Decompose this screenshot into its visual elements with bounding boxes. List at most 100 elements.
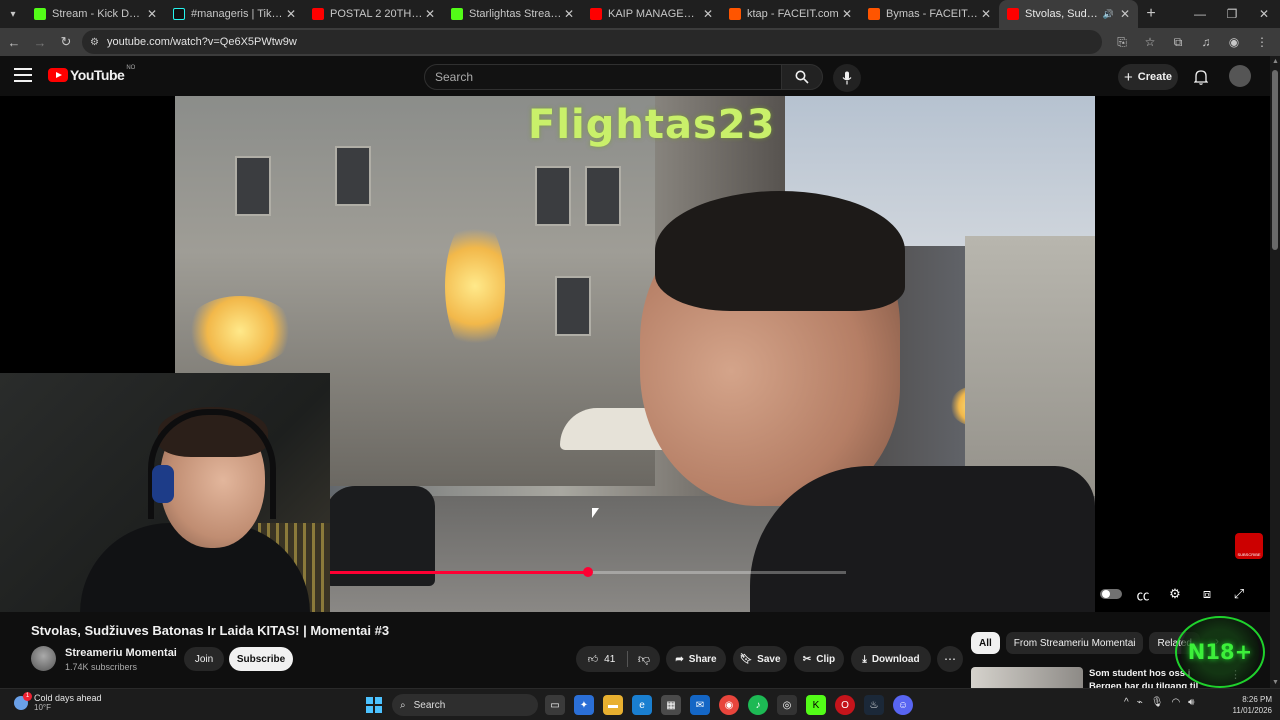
restore-icon[interactable]: ❐ [1216, 0, 1248, 28]
tab-ktap-faceit[interactable]: ktap - FACEIT.com ✕ [721, 0, 860, 28]
tab-label: Stream - Kick Dashboard [52, 8, 145, 20]
tab-stvolas-active[interactable]: Stvolas, Sudžiuves Ba 🔊 ✕ [999, 0, 1138, 28]
edge-icon[interactable]: e [632, 695, 652, 715]
youtube-play-icon [48, 68, 68, 82]
tab-postal2[interactable]: POSTAL 2 20TH ANNIVER ✕ [304, 0, 443, 28]
extensions-icon[interactable]: ⧉ [1166, 30, 1190, 54]
account-avatar[interactable] [1229, 65, 1251, 87]
like-button[interactable]: 👍︎ 41 [576, 651, 628, 667]
more-actions-icon[interactable]: ⋯ [937, 646, 963, 672]
share-button[interactable]: ➦ Share [666, 646, 726, 672]
subscribe-watermark-icon[interactable]: SUBSCRIBE [1235, 533, 1263, 559]
join-button[interactable]: Join [184, 647, 224, 671]
forward-arrow-icon[interactable]: → [28, 30, 52, 54]
windows-start-icon[interactable] [366, 697, 382, 713]
opera-icon[interactable]: O [835, 695, 855, 715]
close-icon[interactable]: ✕ [562, 7, 576, 21]
video-player[interactable]: Flightas23 SUBSCRIBE ㏄ ⚙ ⧈ ⤢ [0, 96, 1270, 614]
back-arrow-icon[interactable]: ← [2, 30, 26, 54]
dislike-button[interactable]: 👎︎ [628, 652, 660, 667]
install-app-icon[interactable]: ⎘ [1110, 30, 1134, 54]
fullscreen-icon[interactable]: ⤢ [1228, 584, 1250, 604]
chrome-icon[interactable]: ◉ [719, 695, 739, 715]
close-icon[interactable]: ✕ [840, 7, 854, 21]
kick-icon [34, 8, 46, 20]
spotify-icon[interactable]: ♪ [748, 695, 768, 715]
bookmark-star-icon[interactable]: ☆ [1138, 30, 1162, 54]
progress-scrubber[interactable] [583, 567, 593, 577]
close-icon[interactable]: ✕ [701, 7, 715, 21]
task-view-icon[interactable]: ▭ [545, 695, 565, 715]
subscribe-button[interactable]: Subscribe [229, 647, 293, 671]
captions-icon[interactable]: ㏄ [1132, 584, 1154, 604]
file-explorer-icon[interactable]: ▬ [603, 695, 623, 715]
tab-label: Starlightas Stream - Watc [469, 8, 562, 20]
scrollbar-thumb[interactable] [1272, 70, 1278, 250]
weather-widget[interactable]: Cold days ahead 10°F [14, 691, 102, 712]
page-scrollbar[interactable]: ▲ ▼ [1270, 56, 1280, 688]
tab-label: Bymas - FACEIT.com [886, 8, 979, 20]
tab-label: POSTAL 2 20TH ANNIVER [330, 8, 423, 20]
save-button[interactable]: 🔖︎ Save [733, 646, 787, 672]
obs-icon[interactable]: ◎ [777, 695, 797, 715]
kick-app-icon[interactable]: K [806, 695, 826, 715]
hamburger-menu-icon[interactable] [14, 68, 32, 82]
url-bar[interactable]: ⚙ youtube.com/watch?v=Qe6X5PWtw9w [82, 30, 1102, 54]
recommended-thumbnail[interactable] [971, 667, 1083, 688]
copilot-icon[interactable]: ✦ [574, 695, 594, 715]
settings-gear-icon[interactable]: ⚙ [1164, 584, 1186, 604]
outlook-icon[interactable]: ✉ [690, 695, 710, 715]
tab-kaip-manageris[interactable]: KAIP MANAGERIS AKROP ✕ [582, 0, 721, 28]
close-icon[interactable]: ✕ [284, 7, 298, 21]
store-icon[interactable]: ▦ [661, 695, 681, 715]
minimize-icon[interactable]: — [1184, 0, 1216, 28]
channel-avatar[interactable] [31, 646, 56, 671]
close-icon[interactable]: ✕ [145, 7, 159, 21]
create-button[interactable]: + Create [1118, 64, 1178, 90]
site-info-icon[interactable]: ⚙ [90, 37, 99, 48]
tab-starlightas[interactable]: Starlightas Stream - Watc ✕ [443, 0, 582, 28]
wifi-icon[interactable]: ◠ [1171, 697, 1180, 708]
download-button[interactable]: ⤓ Download [851, 646, 931, 672]
steam-icon[interactable]: ♨ [864, 695, 884, 715]
taskbar-clock[interactable]: 8:26 PM 11/01/2026 [1222, 694, 1272, 716]
reload-icon[interactable]: ↻ [54, 30, 78, 54]
window-controls: — ❐ ✕ [1184, 0, 1280, 28]
video-progress-bar[interactable] [330, 567, 846, 577]
search-button[interactable] [781, 64, 823, 90]
close-window-icon[interactable]: ✕ [1248, 0, 1280, 28]
tab-search-chevron-icon[interactable]: ▾ [0, 0, 26, 28]
media-controls-icon[interactable]: ♫ [1194, 30, 1218, 54]
profile-icon[interactable]: ◉ [1222, 30, 1246, 54]
miniplayer-icon[interactable]: ⧈ [1196, 584, 1218, 604]
chip-from-channel[interactable]: From Streameriu Momentai [1005, 632, 1144, 654]
notifications-bell-icon[interactable] [1190, 66, 1212, 88]
close-icon[interactable]: ✕ [1118, 7, 1132, 21]
autoplay-toggle[interactable] [1100, 589, 1122, 599]
discord-icon[interactable]: ☺ [893, 695, 913, 715]
speaker-icon[interactable]: 🔊 [1103, 9, 1114, 20]
scroll-up-arrow-icon[interactable]: ▲ [1272, 58, 1279, 65]
subscriber-count: 1.74K subscribers [65, 662, 138, 672]
youtube-icon [590, 8, 602, 20]
youtube-logo[interactable]: YouTube NO [48, 65, 135, 83]
kebab-menu-icon[interactable]: ⋮ [1250, 30, 1274, 54]
network-icon[interactable]: ⌁ [1137, 697, 1143, 708]
close-icon[interactable]: ✕ [423, 7, 437, 21]
taskbar-search[interactable]: ⌕ Search [392, 694, 538, 716]
tray-overflow-icon[interactable]: ^ [1124, 697, 1129, 708]
related-filter-chips: All From Streameriu Momentai Related [971, 632, 1200, 654]
new-tab-button[interactable]: + [1138, 5, 1164, 23]
channel-name[interactable]: Streameriu Momentai [65, 647, 177, 659]
tab-tiktok[interactable]: #manageris | TikTok ✕ [165, 0, 304, 28]
tab-kick-dashboard[interactable]: Stream - Kick Dashboard ✕ [26, 0, 165, 28]
tab-bymas-faceit[interactable]: Bymas - FACEIT.com ✕ [860, 0, 999, 28]
mic-tray-icon[interactable]: 🎙︎ [1151, 697, 1164, 708]
clip-button[interactable]: ✂ Clip [794, 646, 844, 672]
voice-search-button[interactable] [833, 64, 861, 92]
volume-icon[interactable]: 🔊︎ [1188, 697, 1194, 708]
scroll-down-arrow-icon[interactable]: ▼ [1272, 679, 1279, 686]
chip-all[interactable]: All [971, 632, 1000, 654]
close-icon[interactable]: ✕ [979, 7, 993, 21]
search-input[interactable]: Search [424, 64, 782, 90]
